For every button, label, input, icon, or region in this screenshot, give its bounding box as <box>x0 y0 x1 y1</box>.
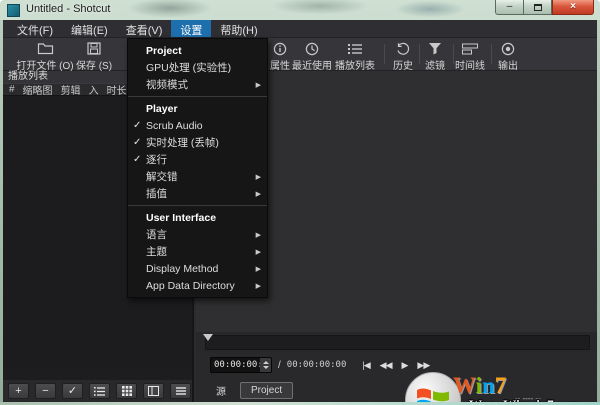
toolbar: 打开文件 (O) 保存 (S) 属性 最近使用 <box>3 38 597 71</box>
playlist-button[interactable]: 播放列表 <box>327 41 383 72</box>
submenu-arrow-icon: ▶ <box>256 265 261 273</box>
seek-bar[interactable] <box>205 335 590 350</box>
menu-item-display-method[interactable]: Display Method▶ <box>128 260 267 277</box>
submenu-arrow-icon: ▶ <box>256 190 261 198</box>
playlist-footer-toolbar: + − ✓ <box>3 380 192 402</box>
menu-item-language[interactable]: 语言▶ <box>128 226 267 243</box>
timecode-spinbox[interactable]: 00:00:00:00 <box>210 357 272 373</box>
menu-item-realtime[interactable]: ✓实时处理 (丢帧) <box>128 134 267 151</box>
maximize-icon <box>534 4 542 11</box>
update-button[interactable]: ✓ <box>62 383 83 399</box>
menu-edit[interactable]: 编辑(E) <box>62 20 117 37</box>
window-title: Untitled - Shotcut <box>26 3 110 15</box>
checkmark-icon: ✓ <box>133 120 145 131</box>
menu-item-scrub-audio[interactable]: ✓Scrub Audio <box>128 117 267 134</box>
window-border-left <box>0 20 3 405</box>
grid-view-icon <box>122 386 132 396</box>
menu-separator <box>128 93 267 100</box>
skip-to-start-button[interactable]: |◀ <box>362 360 369 371</box>
minimize-button[interactable]: – <box>495 0 524 15</box>
menu-bar: 文件(F) 编辑(E) 查看(V) 设置 帮助(H) <box>3 20 597 38</box>
title-bar[interactable]: Untitled - Shotcut – × <box>0 0 600 20</box>
minimize-icon: – <box>507 2 513 12</box>
menu-item-video-mode[interactable]: 视频模式▶ <box>128 76 267 93</box>
client-area: 文件(F) 编辑(E) 查看(V) 设置 帮助(H) 打开文件 (O) 保存 (… <box>3 20 597 402</box>
hamburger-menu-icon <box>176 387 186 395</box>
scrub-row <box>196 332 597 352</box>
list-view-icon <box>94 387 105 396</box>
playhead-marker-icon[interactable] <box>203 334 213 341</box>
app-icon <box>7 4 20 17</box>
details-view-icon <box>148 386 159 396</box>
export-icon <box>486 41 530 56</box>
remove-button[interactable]: − <box>35 383 56 399</box>
spin-down-icon <box>263 366 269 369</box>
playlist-icon <box>327 41 383 56</box>
menu-file[interactable]: 文件(F) <box>8 20 62 37</box>
maximize-button[interactable] <box>524 0 552 15</box>
submenu-arrow-icon: ▶ <box>256 81 261 89</box>
settings-dropdown-menu: Project GPU处理 (实验性) 视频模式▶ Player ✓Scrub … <box>127 38 268 298</box>
submenu-arrow-icon: ▶ <box>256 231 261 239</box>
tab-project[interactable]: Project <box>240 382 293 399</box>
close-button[interactable]: × <box>552 0 594 15</box>
col-in[interactable]: 入 <box>89 82 99 97</box>
menu-item-gpu-processing[interactable]: GPU处理 (实验性) <box>128 59 267 76</box>
transport-bar: 00:00:00:00 / 00:00:00:00 |◀ ◀◀ ▶ ▶▶ <box>196 352 597 378</box>
view-details-button[interactable] <box>143 383 164 399</box>
rewind-button[interactable]: ◀◀ <box>380 360 392 371</box>
save-button[interactable]: 保存 (S) <box>65 41 123 72</box>
submenu-arrow-icon: ▶ <box>256 282 261 290</box>
menu-item-theme[interactable]: 主题▶ <box>128 243 267 260</box>
col-index[interactable]: # <box>9 84 15 95</box>
timecode-separator: / <box>278 360 281 371</box>
save-icon <box>65 41 123 56</box>
menu-item-interpolation[interactable]: 插值▶ <box>128 185 267 202</box>
timecode-spinner[interactable] <box>260 358 271 372</box>
app-window: Untitled - Shotcut – × 文件(F) 编辑(E) 查看(V)… <box>0 0 600 405</box>
checkmark-icon: ✓ <box>133 154 145 165</box>
checkmark-icon: ✓ <box>133 137 145 148</box>
menu-help[interactable]: 帮助(H) <box>211 20 266 37</box>
submenu-arrow-icon: ▶ <box>256 248 261 256</box>
view-list-button[interactable] <box>89 383 110 399</box>
col-clip[interactable]: 剪辑 <box>61 82 81 97</box>
menu-view[interactable]: 查看(V) <box>117 20 172 37</box>
menu-header-user-interface: User Interface <box>128 209 267 226</box>
fast-forward-button[interactable]: ▶▶ <box>417 360 429 371</box>
transport-buttons: |◀ ◀◀ ▶ ▶▶ <box>362 360 429 371</box>
export-button[interactable]: 输出 <box>486 41 530 72</box>
playlist-menu-button[interactable] <box>170 383 191 399</box>
menu-item-deinterlacer[interactable]: 解交错▶ <box>128 168 267 185</box>
col-duration[interactable]: 时长 <box>107 82 127 97</box>
minus-icon: − <box>42 386 48 397</box>
menu-settings[interactable]: 设置 <box>171 20 211 37</box>
tab-source[interactable]: 源 <box>206 381 236 400</box>
add-button[interactable]: + <box>8 383 29 399</box>
menu-header-player: Player <box>128 100 267 117</box>
view-grid-button[interactable] <box>116 383 137 399</box>
col-thumbnail[interactable]: 缩略图 <box>23 82 53 97</box>
submenu-arrow-icon: ▶ <box>256 173 261 181</box>
play-button[interactable]: ▶ <box>402 360 408 371</box>
close-icon: × <box>570 2 576 12</box>
spin-up-icon <box>263 361 269 364</box>
menu-header-project: Project <box>128 42 267 59</box>
menu-separator <box>128 202 267 209</box>
menu-item-app-data-directory[interactable]: App Data Directory▶ <box>128 277 267 294</box>
check-icon: ✓ <box>68 386 77 397</box>
window-controls: – × <box>495 0 594 15</box>
menu-item-progressive[interactable]: ✓逐行 <box>128 151 267 168</box>
player-tab-bar: 源 Project <box>196 378 597 402</box>
duration-value: 00:00:00:00 <box>287 360 347 370</box>
plus-icon: + <box>15 386 21 397</box>
